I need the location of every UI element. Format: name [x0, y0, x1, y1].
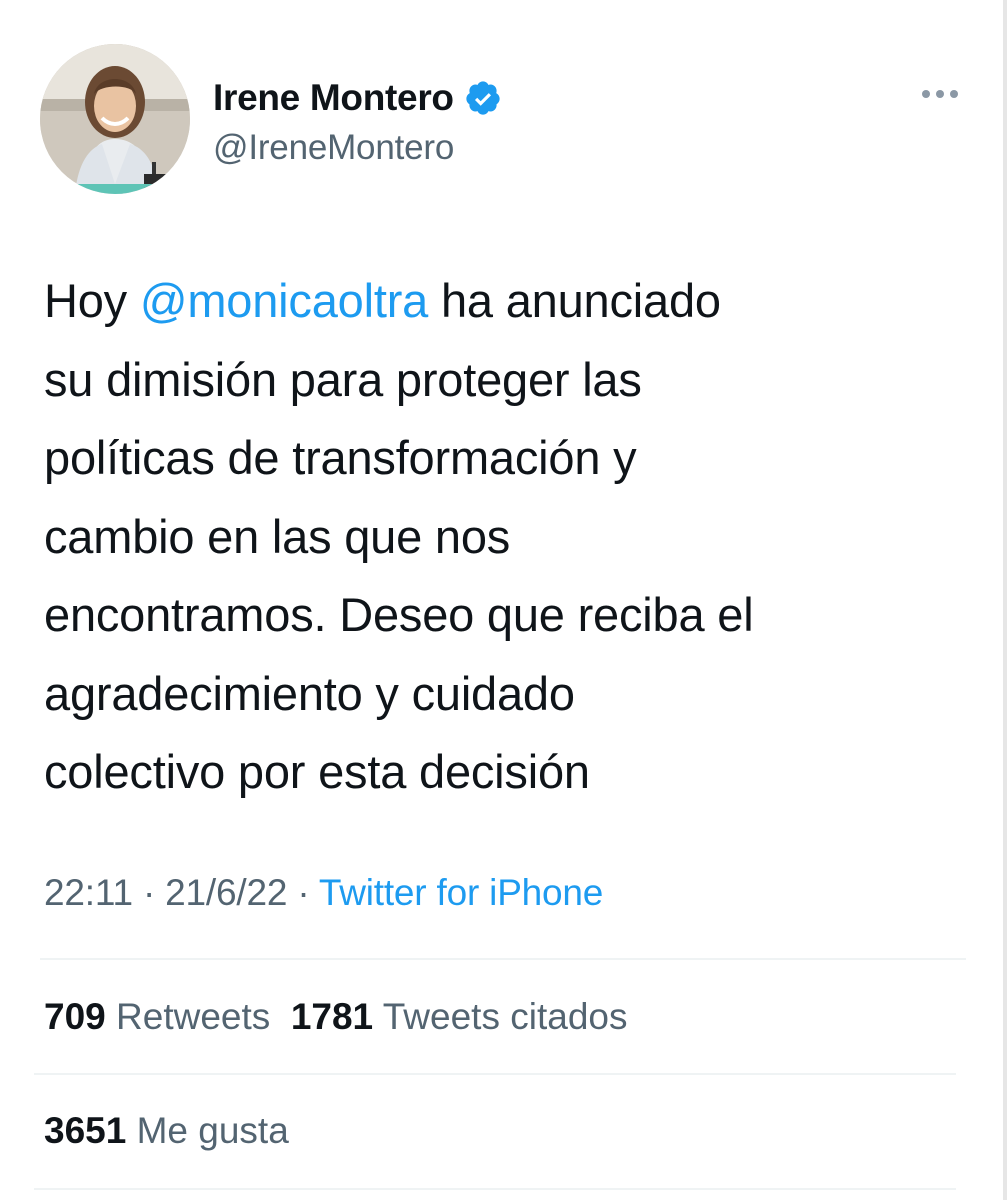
display-name[interactable]: Irene Montero	[213, 77, 454, 119]
likes-count: 3651	[44, 1110, 127, 1151]
more-options-icon[interactable]	[918, 84, 962, 104]
verified-badge-icon	[464, 79, 502, 117]
likes-stat[interactable]: 3651 Me gusta	[44, 1110, 289, 1151]
quotes-count: 1781	[290, 996, 374, 1037]
meta-separator: ·	[142, 872, 156, 913]
divider-bottom	[34, 1188, 956, 1190]
tweet-time[interactable]: 22:11	[44, 872, 133, 913]
meta-separator-2: ·	[297, 872, 310, 913]
tweet-meta: 22:11 · 21/6/22 · Twitter for iPhone	[44, 872, 603, 914]
tweet-text-start: Hoy	[44, 274, 140, 327]
likes-label: Me gusta	[136, 1110, 289, 1151]
tweet-text-rest: ha anunciado su dimisión para proteger l…	[44, 274, 754, 798]
tweet-text: Hoy @monicaoltra ha anunciado su dimisió…	[44, 262, 964, 812]
screenshot-edge	[1003, 0, 1007, 1200]
retweets-count: 709	[44, 996, 106, 1037]
tweet-source-link[interactable]: Twitter for iPhone	[319, 872, 604, 913]
mention-link[interactable]: @monicaoltra	[140, 274, 428, 327]
divider-middle	[34, 1073, 956, 1075]
stats-row-likes: 3651 Me gusta	[44, 1110, 289, 1152]
stats-row-retweets: 709 Retweets 1781 Tweets citados	[44, 996, 627, 1038]
author-handle[interactable]: @IreneMontero	[213, 128, 502, 168]
tweet-date[interactable]: 21/6/22	[165, 872, 287, 913]
retweets-label: Retweets	[116, 996, 271, 1037]
quotes-stat[interactable]: 1781 Tweets citados	[291, 996, 628, 1037]
tweet-header: Irene Montero @IreneMontero	[40, 44, 970, 194]
avatar[interactable]	[40, 44, 190, 194]
divider-top	[40, 958, 966, 960]
profile-photo-icon	[40, 44, 190, 194]
retweets-stat[interactable]: 709 Retweets	[44, 996, 270, 1037]
author-names: Irene Montero @IreneMontero	[213, 74, 502, 168]
quotes-label: Tweets citados	[382, 996, 628, 1037]
